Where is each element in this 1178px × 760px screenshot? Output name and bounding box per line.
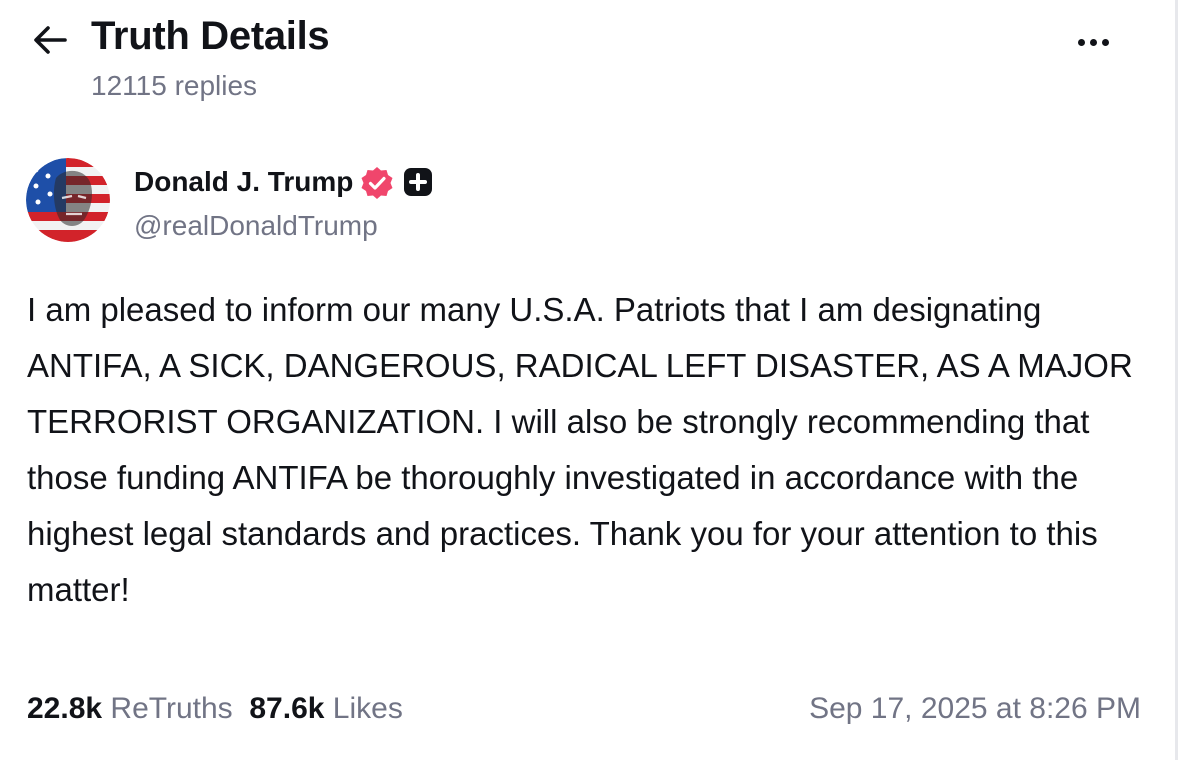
author-handle[interactable]: @realDonaldTrump [134,210,378,242]
post-timestamp: Sep 17, 2025 at 8:26 PM [809,692,1141,725]
reply-count: 12115 replies [91,70,258,101]
post-stats: 22.8k ReTruths 87.6k Likes [27,692,403,726]
page-title: Truth Details [91,14,330,58]
avatar-image [26,158,110,242]
retruths-count: 22.8k [27,692,103,725]
more-dot [1089,38,1097,46]
verified-badge-icon [361,167,393,199]
more-horizontal-icon [1077,38,1085,46]
back-button[interactable] [30,20,70,60]
plus-badge-icon [404,168,432,196]
likes-label: Likes [332,692,403,725]
retruths-label: ReTruths [110,692,233,725]
page-header: Truth Details 12115 replies [0,0,1170,120]
more-dot [1101,38,1109,46]
likes-count: 87.6k [249,692,325,725]
likes-stat[interactable]: 87.6k Likes [249,692,402,725]
author-name[interactable]: Donald J. Trump [134,166,353,198]
post-text: I am pleased to inform our many U.S.A. P… [27,291,1133,608]
retruths-stat[interactable]: 22.8k ReTruths [27,692,233,725]
more-options-button[interactable] [1068,24,1118,60]
arrow-left-icon [34,26,67,54]
avatar[interactable] [26,158,110,242]
